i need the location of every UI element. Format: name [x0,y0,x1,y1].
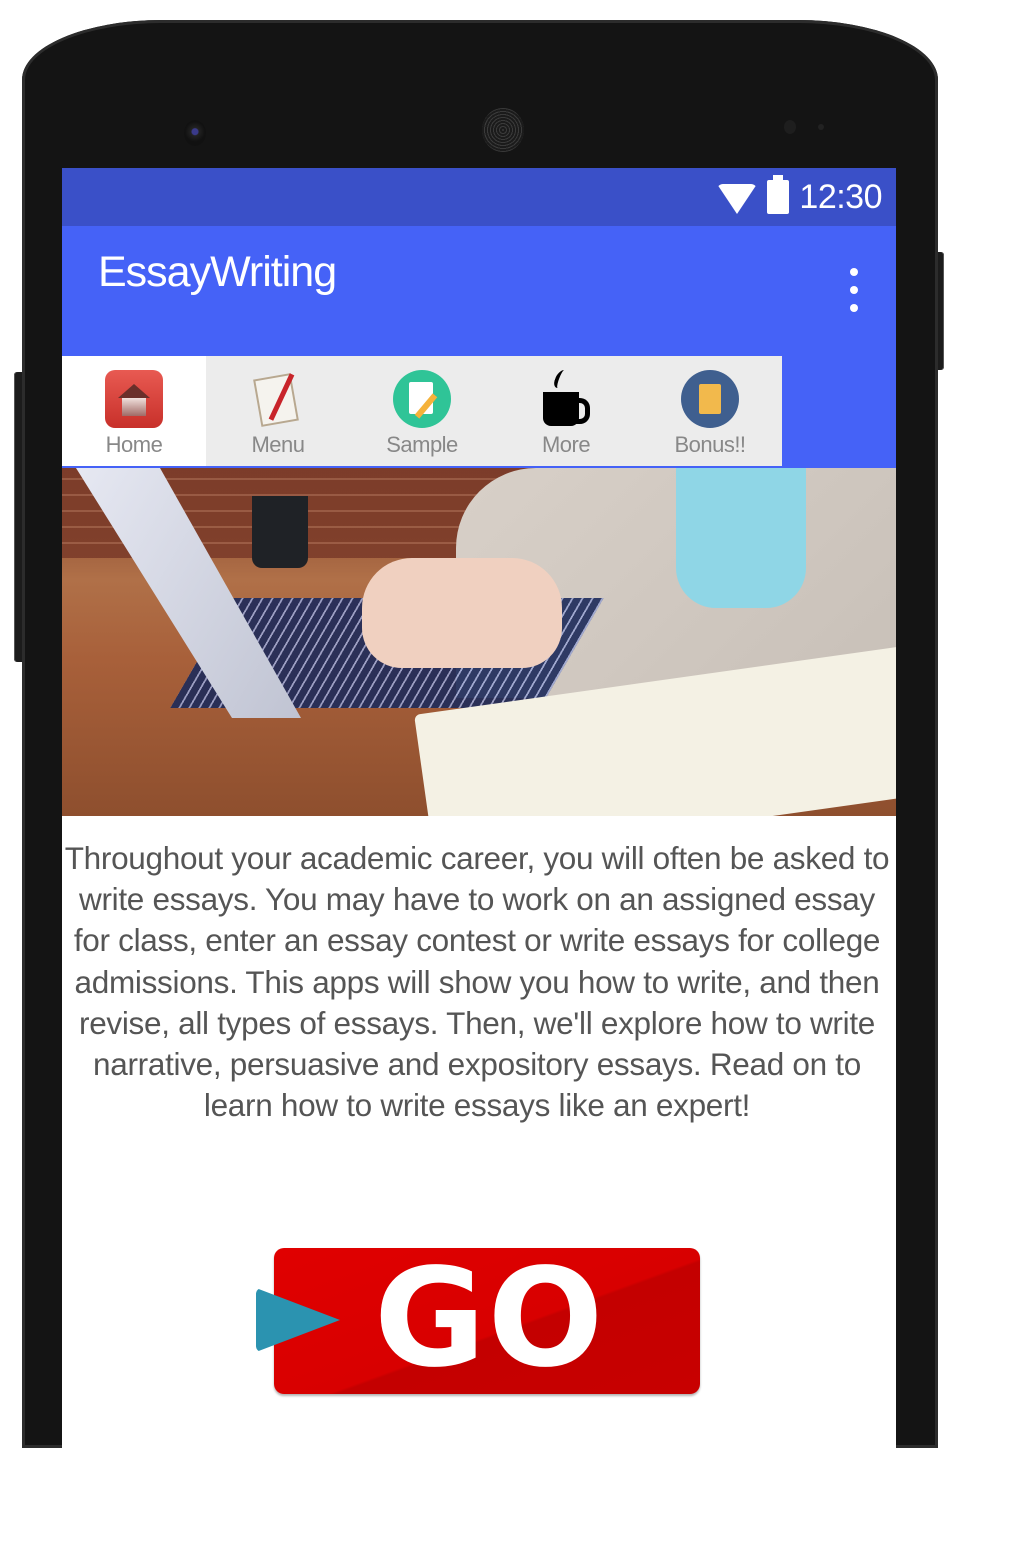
tab-bonus[interactable]: Bonus!! [638,356,782,466]
more-vert-icon[interactable] [844,268,864,312]
tab-home[interactable]: Home [62,356,206,466]
tab-label: More [541,432,591,457]
tab-label: Sample [386,432,458,457]
document-pencil-icon [393,370,451,428]
book-icon [681,370,739,428]
phone-screen: 12:30 EssayWriting Home Menu Sample More [62,168,896,1448]
notepad-icon [249,370,307,428]
status-time: 12:30 [799,177,882,216]
home-icon [105,370,163,428]
intro-text: Throughout your academic career, you wil… [64,840,890,1124]
play-icon [256,1288,340,1352]
tab-menu[interactable]: Menu [206,356,350,466]
app-bar: EssayWriting [62,226,896,354]
battery-icon [767,175,790,214]
tab-label: Menu [251,432,305,457]
front-camera [184,120,206,146]
tab-bar: Home Menu Sample More Bonus!! [62,356,782,466]
tab-label: Bonus!! [674,432,746,457]
app-title: EssayWriting [98,248,337,296]
tab-bar-container: Home Menu Sample More Bonus!! [62,354,896,468]
status-bar: 12:30 [62,168,896,226]
light-sensor [818,124,824,130]
tab-more[interactable]: More [494,356,638,466]
go-button[interactable]: GO [256,1244,700,1394]
earpiece-speaker [482,108,524,152]
go-label: GO [374,1240,606,1398]
tab-label: Home [105,432,163,457]
coffee-cup-icon [537,370,595,428]
proximity-sensor [784,120,796,134]
hero-image [62,468,896,816]
wifi-icon [717,184,758,214]
tab-sample[interactable]: Sample [350,356,494,466]
